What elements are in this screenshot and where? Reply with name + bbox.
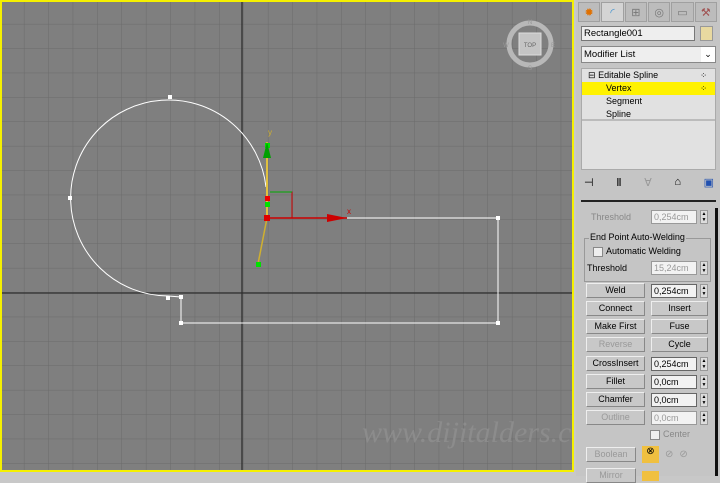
hierarchy-icon: ⊞ [631, 6, 641, 19]
crossinsert-button[interactable]: CrossInsert [586, 356, 645, 371]
make-unique-icon[interactable]: ∀ [644, 176, 652, 189]
boolean-button[interactable]: Boolean [586, 447, 636, 462]
stack-item-vertex[interactable]: Vertex ⁘ [582, 82, 715, 95]
modifier-list-label: Modifier List [584, 49, 636, 60]
divider [581, 200, 716, 202]
gizmo-y-label: y [268, 128, 272, 137]
show-end-result-icon[interactable]: Ⅱ [616, 176, 621, 189]
hammer-icon: ⚒ [700, 6, 711, 19]
watermark: www.dijitalders.com [362, 416, 572, 449]
object-name-input[interactable]: Rectangle001 [581, 26, 695, 41]
modifier-stack: ⊟ Editable Spline ⁘ Vertex ⁘ Segment Splin… [581, 68, 716, 170]
viewcube-label: TOP [524, 43, 536, 49]
fuse-button[interactable]: Fuse [651, 319, 708, 334]
insert-button[interactable]: Insert [651, 301, 708, 316]
stack-toolbar: ⊣ Ⅱ ∀ ⌂ ▣ [584, 176, 714, 189]
display-icon: ▭ [677, 6, 688, 19]
fillet-spinner[interactable]: ▲ ▼ [700, 374, 708, 389]
stack-item-label: Segment [606, 96, 643, 106]
auto-weld-threshold-field[interactable]: 15,24cm [651, 261, 697, 275]
tab-modify[interactable]: ◜ [601, 2, 624, 22]
make-first-button[interactable]: Make First [586, 319, 645, 334]
stack-item-editable-spline[interactable]: ⊟ Editable Spline ⁘ [582, 69, 715, 82]
chamfer-button[interactable]: Chamfer [586, 392, 645, 407]
fillet-button[interactable]: Fillet [586, 374, 645, 389]
tab-motion[interactable]: ◎ [647, 2, 671, 22]
modify-arc-icon: ◜ [610, 6, 615, 19]
remove-modifier-icon[interactable]: ⌂ [674, 176, 681, 189]
panel-tabs: ✹ ◜ ⊞ ◎ ▭ ⚒ [576, 0, 720, 22]
automatic-welding-label: Automatic Welding [606, 246, 681, 256]
tab-utilities[interactable]: ⚒ [694, 2, 717, 22]
tab-hierarchy[interactable]: ⊞ [624, 2, 647, 22]
weld-field[interactable]: 0,254cm [651, 283, 697, 298]
grid [2, 2, 572, 470]
boolean-subtract-icon[interactable]: ⊘ [665, 449, 673, 460]
compass-s: S [528, 66, 532, 72]
modifier-list-dropdown[interactable]: Modifier List ⌄ [581, 46, 716, 63]
panel-scrollbar[interactable] [715, 208, 718, 476]
configure-sets-icon[interactable]: ▣ [704, 176, 714, 189]
cycle-button[interactable]: Cycle [651, 337, 708, 352]
viewport-canvas[interactable]: x y TOP N E S W www.dijitalders.com [2, 2, 572, 470]
boolean-union-icon[interactable]: ⊗ [642, 446, 659, 463]
chamfer-field[interactable]: 0,0cm [651, 392, 697, 407]
boolean-intersect-icon[interactable]: ⊘ [679, 449, 687, 460]
gizmo-x-label: x [347, 207, 351, 216]
viewport-top[interactable]: x y TOP N E S W www.dijitalders.com [0, 0, 574, 472]
compass-n: N [528, 20, 532, 26]
stack-item-label: Vertex [606, 83, 632, 93]
pin-stack-icon[interactable]: ⊣ [584, 176, 594, 189]
outline-spinner[interactable]: ▲ ▼ [700, 410, 708, 425]
compass-e: E [551, 43, 555, 49]
stack-root-label: Editable Spline [598, 70, 659, 80]
center-label: Center [663, 429, 691, 439]
stack-item-spline[interactable]: Spline [582, 108, 715, 121]
connect-button[interactable]: Connect [586, 301, 645, 316]
threshold-label: Threshold [591, 211, 632, 222]
weld-spinner[interactable]: ▲ ▼ [700, 283, 708, 298]
chevron-down-icon: ⌄ [701, 47, 715, 62]
auto-weld-group: End Point Auto-Welding Automatic Welding… [584, 232, 711, 282]
object-color-swatch[interactable] [700, 26, 713, 41]
command-panel: ✹ ◜ ⊞ ◎ ▭ ⚒ Rectangle001 Modifier List ⌄ … [576, 0, 720, 483]
stack-item-label: Spline [606, 109, 632, 119]
outline-field[interactable]: 0,0cm [651, 410, 697, 425]
threshold-spinner[interactable]: ▲ ▼ [700, 209, 708, 224]
star-burst-icon: ✹ [584, 6, 594, 19]
crossinsert-spinner[interactable]: ▲ ▼ [700, 356, 708, 371]
vertex-dots-icon: ⁘ [700, 84, 707, 93]
automatic-welding-checkbox[interactable] [593, 246, 603, 257]
reverse-button[interactable]: Reverse [586, 337, 645, 352]
auto-weld-title: End Point Auto-Welding [589, 232, 686, 242]
auto-weld-threshold-spinner[interactable]: ▲ ▼ [700, 261, 708, 275]
collapse-icon: ⊟ [588, 70, 596, 80]
tab-create[interactable]: ✹ [578, 2, 601, 22]
center-checkbox[interactable] [650, 429, 660, 440]
motion-icon: ◎ [654, 6, 664, 19]
stack-item-segment[interactable]: Segment [582, 95, 715, 108]
threshold-field[interactable]: 0,254cm [651, 209, 697, 224]
outline-button[interactable]: Outline [586, 410, 645, 425]
vertex-dots-icon: ⁘ [700, 71, 707, 80]
crossinsert-field[interactable]: 0,254cm [651, 356, 697, 371]
compass-w: W [503, 43, 509, 49]
fillet-field[interactable]: 0,0cm [651, 374, 697, 389]
auto-weld-threshold-label: Threshold [587, 263, 628, 273]
weld-button[interactable]: Weld [586, 283, 645, 298]
chamfer-spinner[interactable]: ▲ ▼ [700, 392, 708, 407]
tab-display[interactable]: ▭ [671, 2, 694, 22]
